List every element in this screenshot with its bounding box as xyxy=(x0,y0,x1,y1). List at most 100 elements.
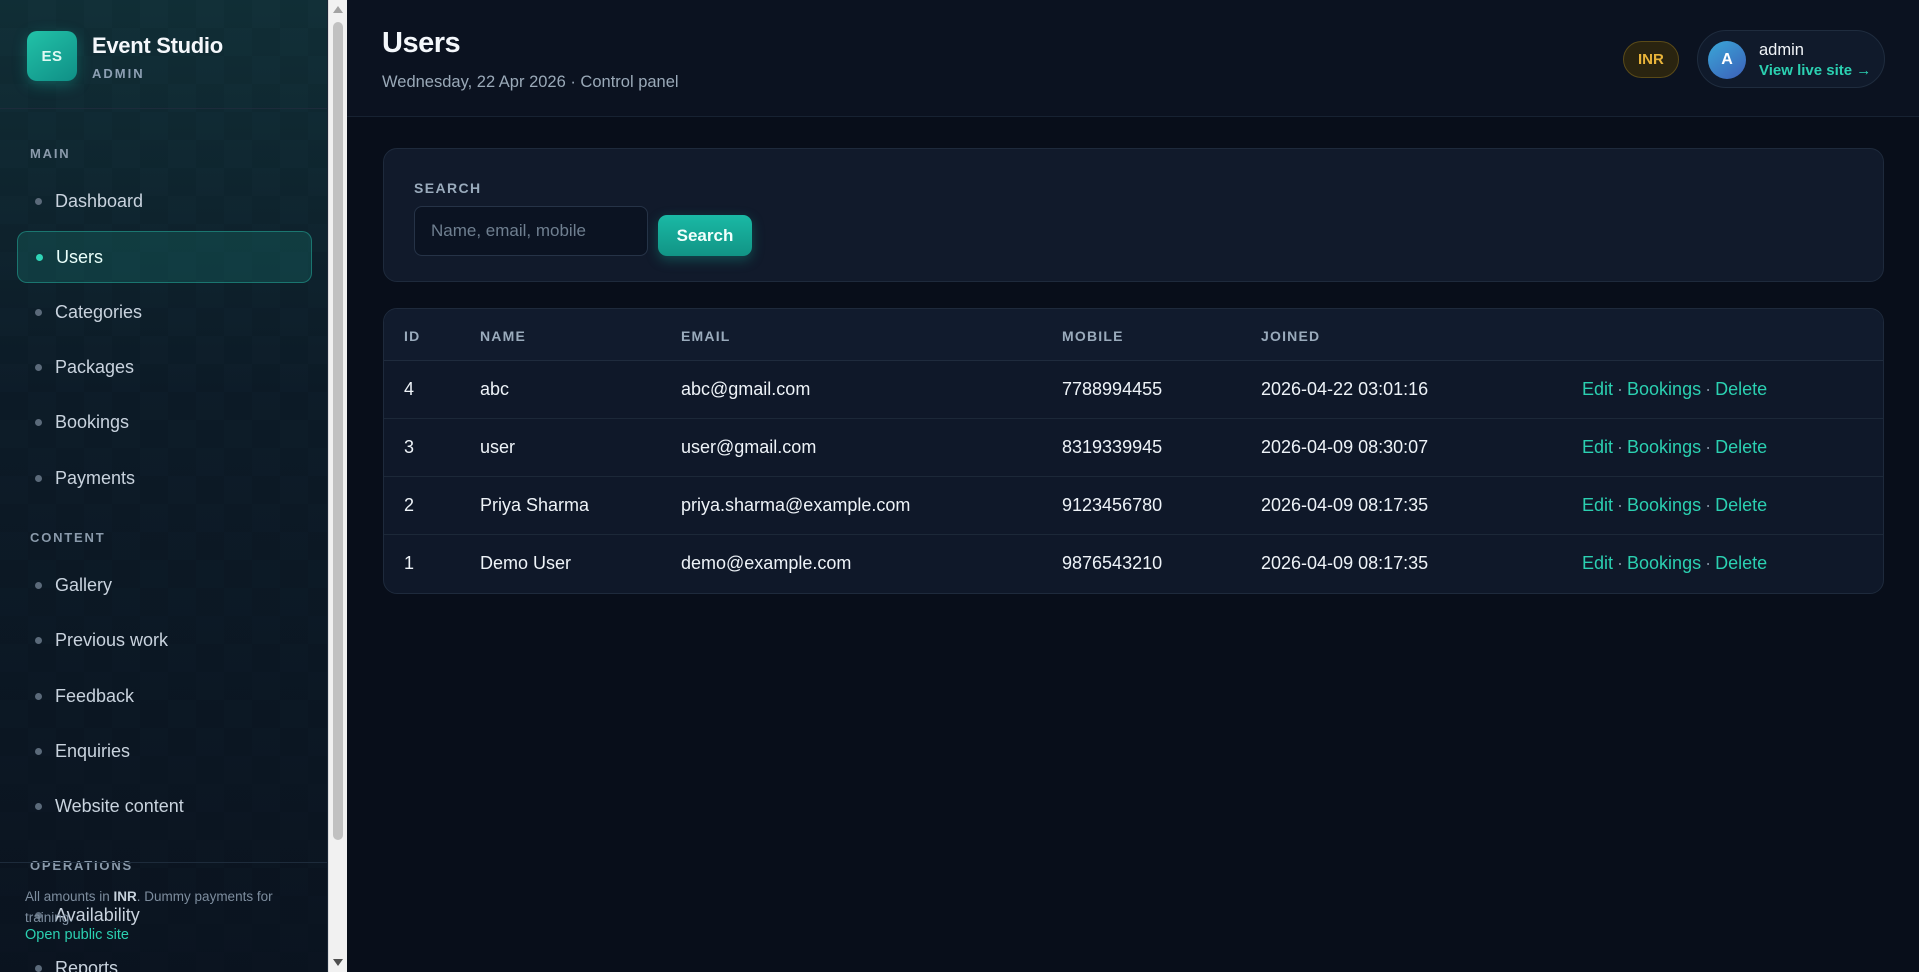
page-subtitle: Wednesday, 22 Apr 2026 · Control panel xyxy=(382,73,679,91)
separator: · xyxy=(1617,437,1624,457)
column-header-email[interactable]: EMAIL xyxy=(681,328,731,344)
topbar: Users Wednesday, 22 Apr 2026 · Control p… xyxy=(347,0,1919,117)
sidebar-item-feedback[interactable]: Feedback xyxy=(17,670,312,722)
separator: · xyxy=(1705,437,1712,457)
scroll-down-arrow-icon[interactable] xyxy=(333,959,343,966)
edit-link[interactable]: Edit xyxy=(1582,553,1613,573)
separator: · xyxy=(1705,553,1712,573)
delete-link[interactable]: Delete xyxy=(1715,379,1767,399)
separator: · xyxy=(1617,379,1624,399)
bullet-icon xyxy=(35,692,42,700)
sidebar-item-label: Feedback xyxy=(55,685,135,706)
sidebar-item-label: Gallery xyxy=(55,574,113,595)
cell-joined: 2026-04-09 08:17:35 xyxy=(1261,553,1429,573)
edit-link[interactable]: Edit xyxy=(1582,437,1613,457)
sidebar-item-website-content[interactable]: Website content xyxy=(17,780,312,832)
sidebar-item-users[interactable]: Users xyxy=(17,231,312,283)
sidebar-item-packages[interactable]: Packages xyxy=(17,341,312,393)
row-actions: Edit · Bookings · Delete xyxy=(1582,379,1767,400)
cell-mobile: 7788994455 xyxy=(1062,379,1163,399)
bullet-icon xyxy=(35,363,42,371)
bookings-link[interactable]: Bookings xyxy=(1627,495,1701,515)
sidebar-item-label: Enquiries xyxy=(55,740,131,761)
separator: · xyxy=(1617,553,1624,573)
table-row: 1 Demo User demo@example.com 9876543210 … xyxy=(384,535,1883,593)
column-header-name[interactable]: NAME xyxy=(480,328,526,344)
sidebar-item-dashboard[interactable]: Dashboard xyxy=(17,175,312,227)
delete-link[interactable]: Delete xyxy=(1715,437,1767,457)
sidebar-item-previous-work[interactable]: Previous work xyxy=(17,614,312,666)
cell-email: demo@example.com xyxy=(681,553,852,573)
bullet-icon xyxy=(35,802,42,810)
bullet-icon xyxy=(36,253,43,261)
sidebar-item-gallery[interactable]: Gallery xyxy=(17,559,312,611)
table-row: 3 user user@gmail.com 8319339945 2026-04… xyxy=(384,419,1883,477)
cell-mobile: 9876543210 xyxy=(1062,553,1163,573)
sidebar-footer-divider xyxy=(0,862,327,863)
sidebar-item-payments[interactable]: Payments xyxy=(17,452,312,504)
sidebar-item-bookings[interactable]: Bookings xyxy=(17,396,312,448)
column-header-joined[interactable]: JOINED xyxy=(1261,328,1320,344)
row-actions: Edit · Bookings · Delete xyxy=(1582,437,1767,458)
cell-joined: 2026-04-22 03:01:16 xyxy=(1261,379,1429,399)
bookings-link[interactable]: Bookings xyxy=(1627,553,1701,573)
cell-email: priya.sharma@example.com xyxy=(681,495,911,515)
cell-mobile: 8319339945 xyxy=(1062,437,1163,457)
bookings-link[interactable]: Bookings xyxy=(1627,437,1701,457)
sidebar-item-enquiries[interactable]: Enquiries xyxy=(17,725,312,777)
separator: · xyxy=(1617,495,1624,515)
avatar: A xyxy=(1708,41,1746,79)
sidebar-item-label: Categories xyxy=(55,301,143,322)
nav-section-content: CONTENT xyxy=(30,530,106,545)
search-input[interactable] xyxy=(414,206,648,256)
scroll-thumb[interactable] xyxy=(333,22,343,840)
sidebar-item-label: Packages xyxy=(55,356,135,377)
sidebar-item-label: Reports xyxy=(55,957,119,972)
sidebar-scrollbar[interactable] xyxy=(328,0,347,972)
bullet-icon xyxy=(35,474,42,482)
column-header-mobile[interactable]: MOBILE xyxy=(1062,328,1124,344)
sidebar-item-label: Previous work xyxy=(55,629,169,650)
brand-name: Event Studio xyxy=(92,33,223,58)
search-card: SEARCH Search xyxy=(383,148,1884,282)
sidebar-item-label: Dashboard xyxy=(55,190,144,211)
separator: · xyxy=(1705,379,1712,399)
bookings-link[interactable]: Bookings xyxy=(1627,379,1701,399)
bullet-icon xyxy=(35,636,42,644)
currency-badge: INR xyxy=(1623,41,1679,78)
sidebar-note: All amounts in INR. Dummy payments for t… xyxy=(25,889,273,925)
table-row: 4 abc abc@gmail.com 7788994455 2026-04-2… xyxy=(384,361,1883,419)
search-button[interactable]: Search xyxy=(658,215,752,256)
view-live-site-link[interactable]: View live site → xyxy=(1759,62,1871,79)
cell-email: abc@gmail.com xyxy=(681,379,811,399)
bullet-icon xyxy=(35,581,42,589)
cell-id: 2 xyxy=(404,495,415,515)
sidebar-item-label: Payments xyxy=(55,467,136,488)
sidebar-item-label: Users xyxy=(56,246,104,267)
cell-name: Priya Sharma xyxy=(480,495,590,515)
edit-link[interactable]: Edit xyxy=(1582,379,1613,399)
cell-joined: 2026-04-09 08:17:35 xyxy=(1261,495,1429,515)
user-menu[interactable]: A admin View live site → xyxy=(1697,30,1885,88)
cell-name: user xyxy=(480,437,516,457)
open-public-site-link[interactable]: Open public site xyxy=(25,927,129,943)
delete-link[interactable]: Delete xyxy=(1715,553,1767,573)
search-label: SEARCH xyxy=(414,180,482,196)
bullet-icon xyxy=(35,308,42,316)
bullet-icon xyxy=(35,747,42,755)
column-header-id[interactable]: ID xyxy=(404,328,420,344)
sidebar-item-label: Bookings xyxy=(55,411,130,432)
edit-link[interactable]: Edit xyxy=(1582,495,1613,515)
cell-email: user@gmail.com xyxy=(681,437,817,457)
cell-name: Demo User xyxy=(480,553,572,573)
separator: · xyxy=(1705,495,1712,515)
sidebar-item-categories[interactable]: Categories xyxy=(17,286,312,338)
table-row: 2 Priya Sharma priya.sharma@example.com … xyxy=(384,477,1883,535)
row-actions: Edit · Bookings · Delete xyxy=(1582,553,1767,574)
user-name: admin xyxy=(1759,41,1804,59)
sidebar-item-reports[interactable]: Reports xyxy=(17,942,312,972)
scroll-up-arrow-icon[interactable] xyxy=(333,6,343,13)
brand[interactable]: ES Event Studio ADMIN xyxy=(27,31,223,81)
delete-link[interactable]: Delete xyxy=(1715,495,1767,515)
sidebar: ES Event Studio ADMIN MAIN Dashboard Use… xyxy=(0,0,328,972)
